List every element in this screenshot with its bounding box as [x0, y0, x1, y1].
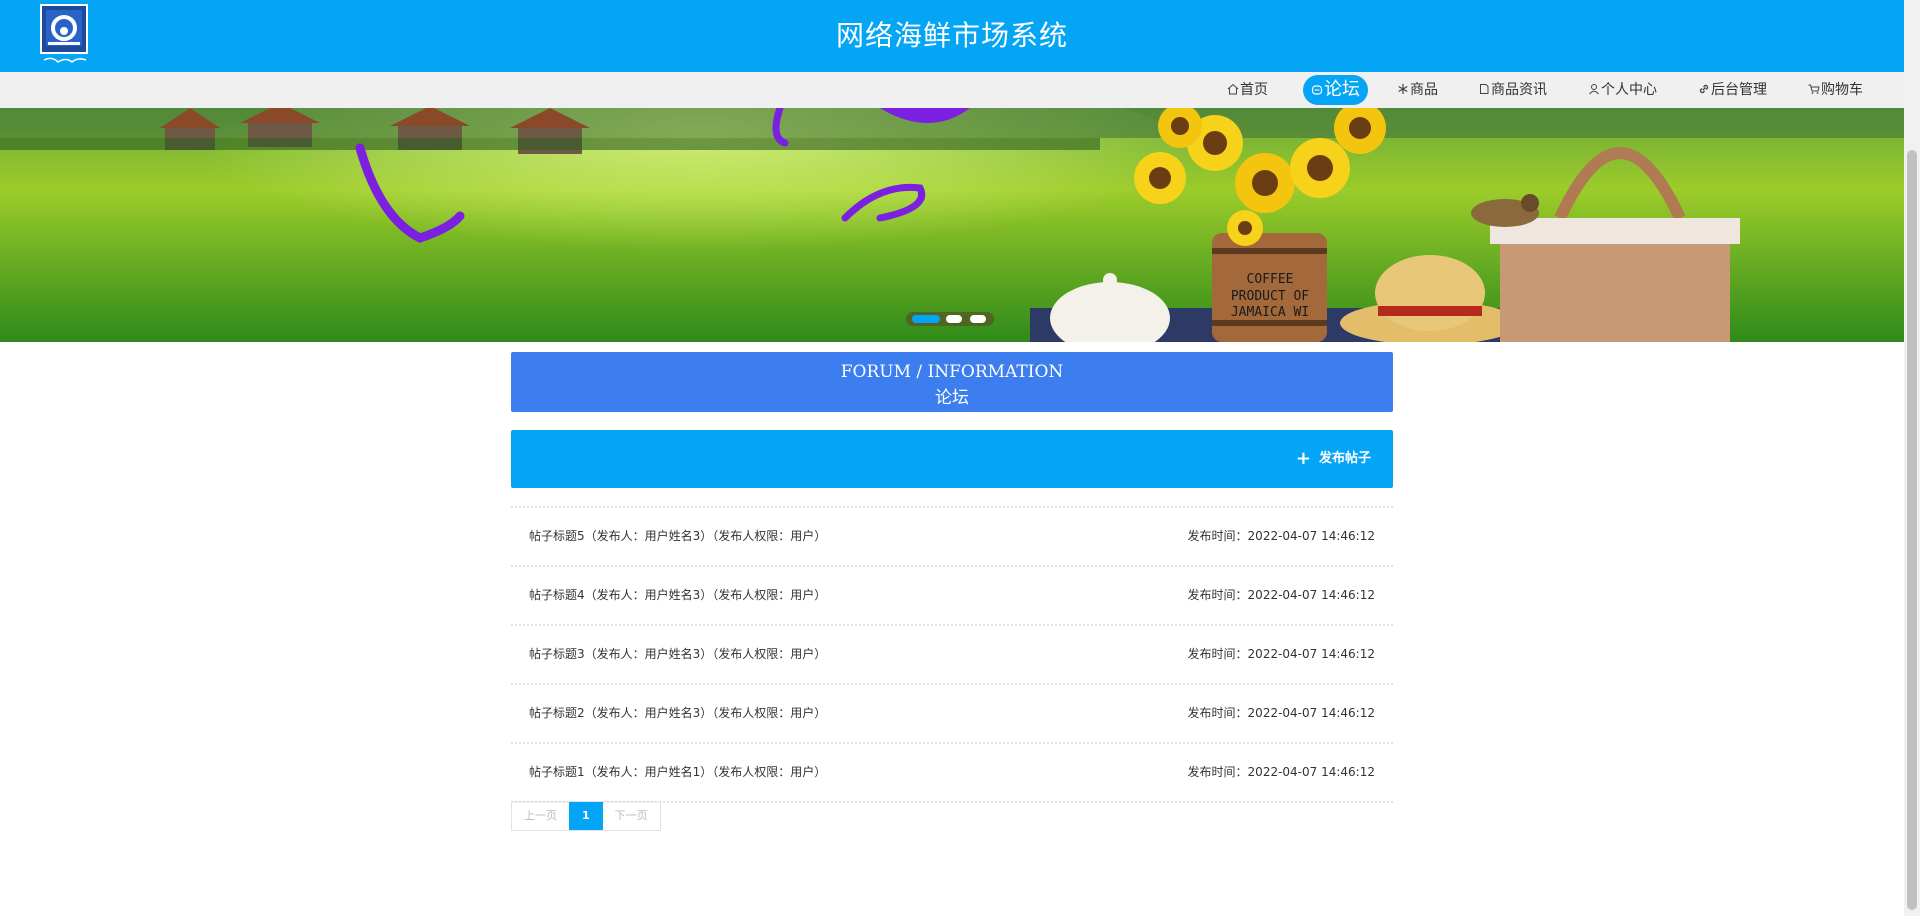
- nav-item-forum[interactable]: 论坛: [1303, 75, 1368, 105]
- page-number-button[interactable]: 1: [569, 802, 603, 830]
- post-time: 发布时间：2022-04-07 14:46:12: [1187, 706, 1375, 720]
- post-title: 帖子标题1（发布人：用户姓名1）（发布人权限：用户）: [529, 765, 827, 779]
- cart-icon: [1808, 84, 1820, 94]
- plus-icon: +: [1295, 448, 1311, 469]
- post-title: 帖子标题2（发布人：用户姓名3）（发布人权限：用户）: [529, 706, 827, 720]
- post-time: 发布时间：2022-04-07 14:46:12: [1187, 647, 1375, 661]
- nav-item-home[interactable]: 首页: [1227, 72, 1268, 108]
- publish-post-label: 发布帖子: [1318, 451, 1371, 466]
- post-time: 发布时间：2022-04-07 14:46:12: [1187, 529, 1375, 543]
- carousel-dot[interactable]: [970, 315, 986, 323]
- nav-label-news: 商品资讯: [1491, 82, 1547, 98]
- forum-icon: [1311, 85, 1323, 95]
- nav-label-profile: 个人中心: [1601, 82, 1657, 98]
- nav-item-news[interactable]: 商品资讯: [1478, 72, 1547, 108]
- user-icon: [1589, 84, 1599, 95]
- nav-item-admin[interactable]: 后台管理: [1698, 72, 1767, 108]
- link-icon: [1699, 84, 1709, 94]
- carousel-dot[interactable]: [912, 315, 940, 323]
- next-page-button[interactable]: 下一页: [603, 802, 660, 830]
- pagination: 上一页 1 下一页: [511, 801, 661, 831]
- page: 网络海鲜市场系统 首页 论坛 商品 商品资讯 个人中心 后台管理 购物车 COF…: [0, 0, 1904, 916]
- action-bar: + 发布帖子: [511, 430, 1393, 488]
- nav-item-products[interactable]: 商品: [1397, 72, 1438, 108]
- prev-page-button[interactable]: 上一页: [512, 802, 569, 830]
- hero-banner: COFFEE PRODUCT OF JAMAICA WI: [0, 108, 1904, 342]
- scrollbar-thumb[interactable]: [1907, 150, 1917, 910]
- post-title: 帖子标题5（发布人：用户姓名3）（发布人权限：用户）: [529, 529, 827, 543]
- banner-image: COFFEE PRODUCT OF JAMAICA WI: [0, 108, 1904, 342]
- svg-text:PRODUCT OF: PRODUCT OF: [1231, 289, 1309, 304]
- svg-text:COFFEE: COFFEE: [1247, 272, 1294, 287]
- nav-item-profile[interactable]: 个人中心: [1588, 72, 1657, 108]
- site-header: 网络海鲜市场系统: [0, 0, 1904, 72]
- post-title: 帖子标题3（发布人：用户姓名3）（发布人权限：用户）: [529, 647, 827, 661]
- home-icon: [1227, 83, 1239, 95]
- svg-text:JAMAICA WI: JAMAICA WI: [1231, 305, 1309, 320]
- carousel-indicators: [906, 312, 994, 326]
- snowflake-icon: [1398, 84, 1408, 94]
- nav-label-forum: 论坛: [1324, 79, 1360, 100]
- publish-post-button[interactable]: + 发布帖子: [1296, 449, 1371, 469]
- list-item[interactable]: 帖子标题3（发布人：用户姓名3）（发布人权限：用户） 发布时间：2022-04-…: [511, 624, 1393, 683]
- list-item[interactable]: 帖子标题1（发布人：用户姓名1）（发布人权限：用户） 发布时间：2022-04-…: [511, 742, 1393, 803]
- vertical-scrollbar[interactable]: [1904, 0, 1920, 916]
- list-item[interactable]: 帖子标题4（发布人：用户姓名3）（发布人权限：用户） 发布时间：2022-04-…: [511, 565, 1393, 624]
- post-time: 发布时间：2022-04-07 14:46:12: [1187, 765, 1375, 779]
- site-title: 网络海鲜市场系统: [835, 19, 1068, 52]
- post-list: 帖子标题5（发布人：用户姓名3）（发布人权限：用户） 发布时间：2022-04-…: [511, 506, 1393, 803]
- main-nav: 首页 论坛 商品 商品资讯 个人中心 后台管理 购物车: [0, 72, 1904, 108]
- document-icon: [1480, 84, 1489, 94]
- nav-label-products: 商品: [1410, 82, 1438, 98]
- post-time: 发布时间：2022-04-07 14:46:12: [1187, 588, 1375, 602]
- nav-label-home: 首页: [1240, 82, 1268, 98]
- carousel-dot[interactable]: [946, 315, 962, 323]
- nav-label-admin: 后台管理: [1711, 82, 1767, 98]
- nav-label-cart: 购物车: [1821, 82, 1863, 98]
- section-title-cn: 论坛: [935, 388, 969, 408]
- list-item[interactable]: 帖子标题2（发布人：用户姓名3）（发布人权限：用户） 发布时间：2022-04-…: [511, 683, 1393, 742]
- nav-item-cart[interactable]: 购物车: [1808, 72, 1863, 108]
- section-title-en: FORUM / INFORMATION: [840, 362, 1064, 382]
- post-title: 帖子标题4（发布人：用户姓名3）（发布人权限：用户）: [529, 588, 827, 602]
- list-item[interactable]: 帖子标题5（发布人：用户姓名3）（发布人权限：用户） 发布时间：2022-04-…: [511, 506, 1393, 565]
- section-title: FORUM / INFORMATION 论坛: [511, 352, 1393, 412]
